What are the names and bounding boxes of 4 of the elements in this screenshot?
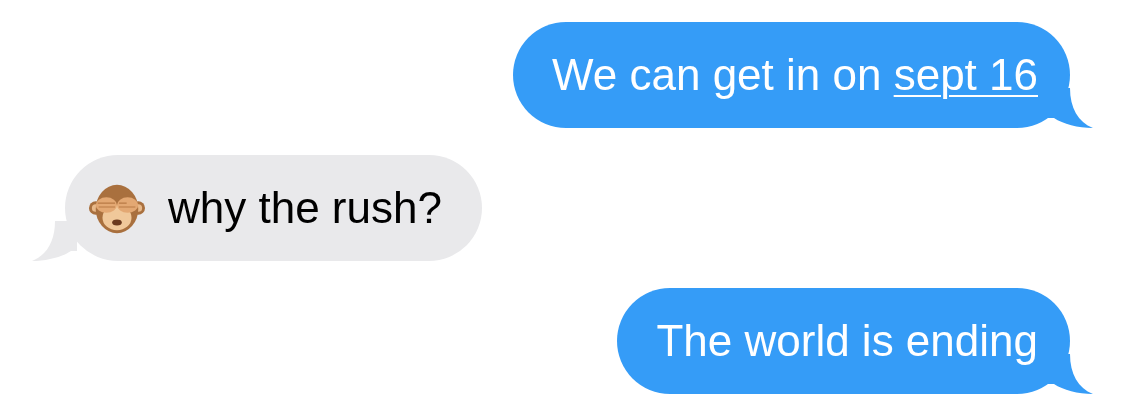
date-link[interactable]: sept 16 bbox=[893, 50, 1038, 99]
message-text: The world is ending bbox=[656, 315, 1038, 367]
message-text: We can get in on sept 16 bbox=[552, 49, 1038, 101]
message-text: why the rush? bbox=[168, 182, 442, 234]
